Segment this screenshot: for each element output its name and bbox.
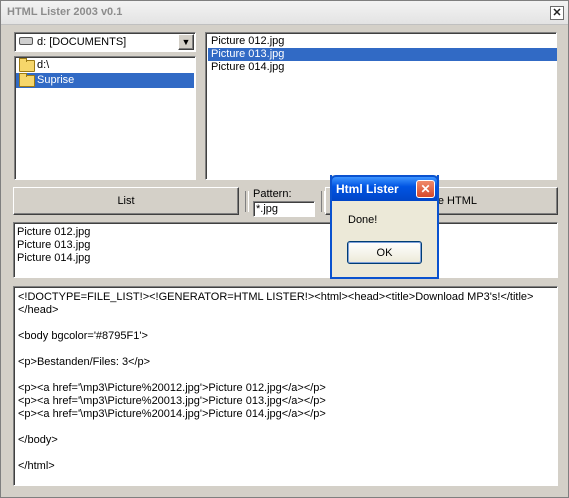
source-line: <p>Bestanden/Files: 3</p>: [18, 356, 151, 368]
directory-item[interactable]: Suprise: [16, 73, 194, 88]
source-line: <p><a href='\mp3\Picture%20013.jpg'>Pict…: [18, 395, 326, 407]
file-item[interactable]: Picture 013.jpg: [208, 48, 557, 61]
folder-icon: [19, 58, 35, 72]
directory-item-label: Suprise: [37, 74, 75, 86]
result-item[interactable]: Picture 013.jpg: [17, 239, 547, 252]
close-button[interactable]: ✕: [550, 6, 564, 20]
make-html-button-label: e HTML: [437, 195, 477, 207]
toolbar: List Pattern: *.jpg e HTML: [13, 187, 558, 217]
source-line: <p><a href='\mp3\Picture%20012.jpg'>Pict…: [18, 382, 326, 394]
close-icon: ✕: [552, 6, 562, 19]
file-item[interactable]: Picture 014.jpg: [208, 61, 557, 74]
result-list[interactable]: Picture 012.jpg Picture 013.jpg Picture 01…: [13, 222, 558, 278]
dialog-title: Html Lister: [336, 182, 399, 196]
source-line: </html>: [18, 460, 55, 472]
list-button-label: List: [117, 195, 135, 207]
file-list[interactable]: Picture 012.jpg Picture 013.jpg Picture 01…: [205, 32, 557, 180]
close-icon: ✕: [420, 182, 431, 196]
folder-icon: [19, 73, 35, 87]
title-bar[interactable]: HTML Lister 2003 v0.1 ✕: [1, 1, 568, 25]
main-window: HTML Lister 2003 v0.1 ✕ d: [DOCUMENTS] ▼…: [0, 0, 569, 498]
toolbar-separator: [245, 191, 249, 212]
source-line: <p><a href='\mp3\Picture%20014.jpg'>Pict…: [18, 408, 326, 420]
ok-button-label: OK: [376, 246, 393, 259]
directory-list[interactable]: d:\ Suprise: [14, 56, 196, 180]
drive-select[interactable]: d: [DOCUMENTS] ▼: [14, 32, 196, 52]
drive-icon: [19, 37, 33, 45]
drive-value: d: [DOCUMENTS]: [37, 36, 127, 48]
ok-button[interactable]: OK: [347, 241, 422, 264]
source-line: <body bgcolor='#8795F1'>: [18, 330, 148, 342]
result-item[interactable]: Picture 012.jpg: [17, 226, 547, 239]
result-item[interactable]: Picture 014.jpg: [17, 252, 547, 265]
pattern-input[interactable]: *.jpg: [253, 201, 315, 217]
window-title: HTML Lister 2003 v0.1: [7, 6, 123, 18]
pattern-label: Pattern:: [253, 188, 292, 200]
dialog-title-bar[interactable]: Html Lister ✕: [330, 175, 439, 201]
source-line: <!DOCTYPE=FILE_LIST!><!GENERATOR=HTML LI…: [18, 291, 534, 303]
directory-item-label: d:\: [37, 59, 50, 71]
source-line: </head>: [18, 304, 59, 316]
html-source-textarea[interactable]: <!DOCTYPE=FILE_LIST!><!GENERATOR=HTML LI…: [13, 286, 558, 486]
list-button[interactable]: List: [13, 187, 239, 215]
directory-item[interactable]: d:\: [16, 58, 194, 73]
dialog-message: Done!: [348, 214, 378, 226]
dialog-close-button[interactable]: ✕: [416, 180, 435, 198]
message-dialog: Html Lister ✕ Done! OK: [330, 175, 439, 279]
chevron-down-icon: ▼: [181, 37, 191, 47]
source-line: </body>: [18, 434, 58, 446]
file-item[interactable]: Picture 012.jpg: [208, 35, 557, 48]
dropdown-button[interactable]: ▼: [178, 34, 194, 50]
